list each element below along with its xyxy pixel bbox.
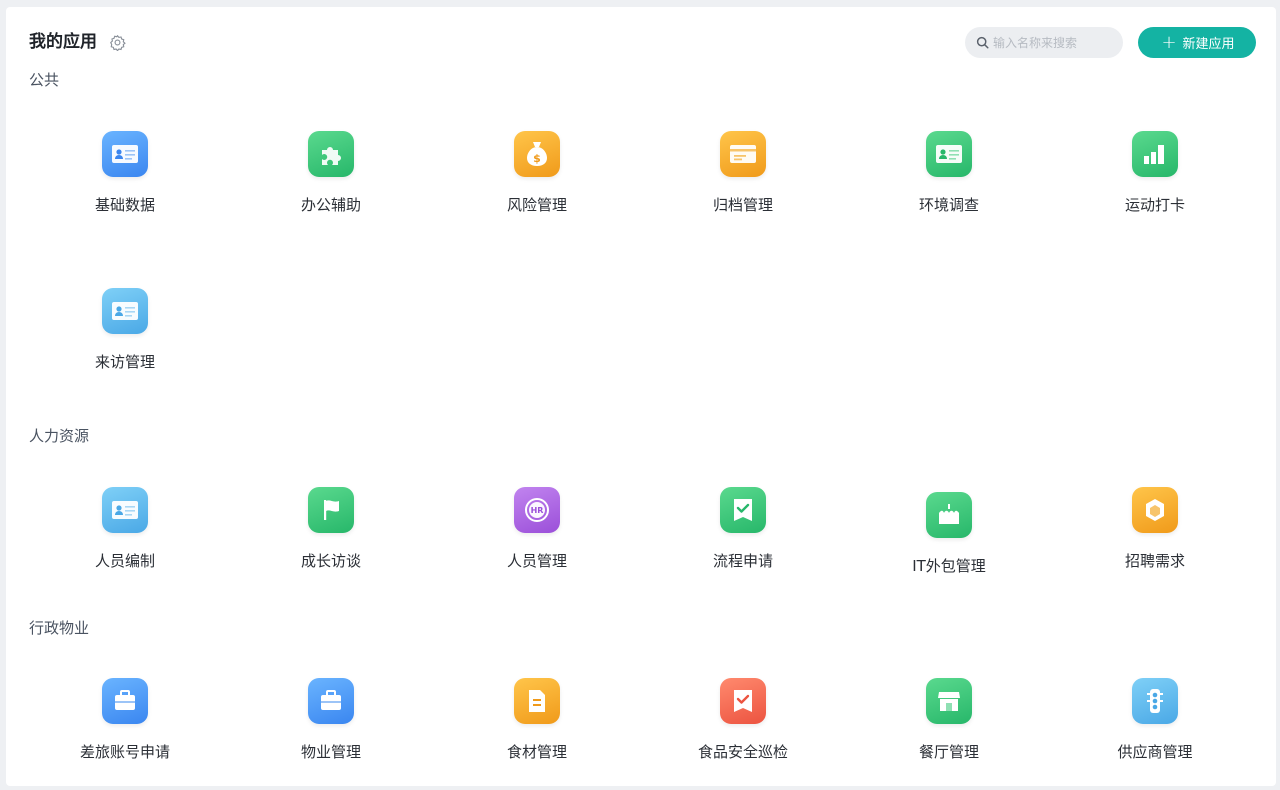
app-item[interactable]: $ 风险管理 [437,131,637,231]
app-label: 物业管理 [300,743,361,761]
flag-icon [308,487,354,533]
app-label: 办公辅助 [300,196,361,214]
briefcase-icon [102,678,148,724]
search-box[interactable] [965,27,1123,58]
money-bag-icon: $ [514,131,560,177]
bar-chart-icon [1132,131,1178,177]
app-row: 人员编制 成长访谈 HR 人员管理 流程申请 IT外包管理 招聘需求 [19,487,1256,587]
document-icon [514,678,560,724]
app-row: 差旅账号申请 物业管理 食材管理 食品安全巡检 餐厅管理 供应商管理 [19,678,1256,778]
puzzle-icon [308,131,354,177]
hr-badge-text: HR [530,505,544,515]
hr-badge-icon: HR [514,487,560,533]
app-label: 来访管理 [94,353,155,371]
section-title-admin: 行政物业 [29,619,90,637]
search-icon [976,36,989,49]
app-label: 餐厅管理 [918,743,979,761]
app-label: 运动打卡 [1124,196,1185,214]
app-row: 基础数据 办公辅助 $ 风险管理 归档管理 环境调查 运动打卡 [19,131,1256,231]
app-label: 食材管理 [506,743,567,761]
traffic-light-icon [1132,678,1178,724]
app-label: 归档管理 [712,196,773,214]
app-label: IT外包管理 [912,557,986,575]
app-item[interactable]: 餐厅管理 [849,678,1049,778]
cake-icon [926,492,972,538]
section-title-public: 公共 [29,71,60,89]
app-item[interactable]: 办公辅助 [231,131,431,231]
page-title: 我的应用 [29,32,97,52]
app-item[interactable]: 来访管理 [25,288,225,388]
svg-text:$: $ [533,152,541,165]
app-item[interactable]: 招聘需求 [1055,487,1255,587]
app-item[interactable]: 食材管理 [437,678,637,778]
store-icon [926,678,972,724]
id-card-icon [102,288,148,334]
app-row: 来访管理 [19,288,1256,388]
header: 我的应用 + 新建应用 [6,7,1276,77]
app-label: 流程申请 [712,552,773,570]
new-app-button-label: 新建应用 [1182,37,1235,52]
section-title-hr: 人力资源 [29,427,90,445]
app-label: 人员编制 [94,552,155,570]
search-input[interactable] [993,27,1115,58]
plus-icon: + [1161,31,1177,53]
app-item[interactable]: HR 人员管理 [437,487,637,587]
app-item[interactable]: 归档管理 [643,131,843,231]
app-label: 差旅账号申请 [79,743,170,761]
app-item[interactable]: 环境调查 [849,131,1049,231]
app-item[interactable]: 基础数据 [25,131,225,231]
app-item[interactable]: 成长访谈 [231,487,431,587]
app-item[interactable]: 食品安全巡检 [643,678,843,778]
app-item[interactable]: 物业管理 [231,678,431,778]
card-icon [720,131,766,177]
check-ribbon-icon [720,678,766,724]
app-label: 基础数据 [94,196,155,214]
id-card-icon [102,487,148,533]
gear-icon[interactable] [109,34,126,51]
app-item[interactable]: IT外包管理 [849,487,1049,587]
id-card-icon [926,131,972,177]
app-label: 风险管理 [506,196,567,214]
app-label: 成长访谈 [300,552,361,570]
id-card-icon [102,131,148,177]
apps-panel: 我的应用 + 新建应用 公共 基础数据 办公辅助 [6,7,1276,786]
new-app-button[interactable]: + 新建应用 [1138,27,1256,58]
app-item[interactable]: 人员编制 [25,487,225,587]
app-label: 招聘需求 [1124,552,1185,570]
cube-icon [1132,487,1178,533]
check-ribbon-icon [720,487,766,533]
app-item[interactable]: 流程申请 [643,487,843,587]
briefcase-icon [308,678,354,724]
app-label: 人员管理 [506,552,567,570]
app-label: 环境调查 [918,196,979,214]
app-item[interactable]: 差旅账号申请 [25,678,225,778]
app-item[interactable]: 供应商管理 [1055,678,1255,778]
app-label: 食品安全巡检 [697,743,788,761]
app-label: 供应商管理 [1117,743,1193,761]
app-item[interactable]: 运动打卡 [1055,131,1255,231]
